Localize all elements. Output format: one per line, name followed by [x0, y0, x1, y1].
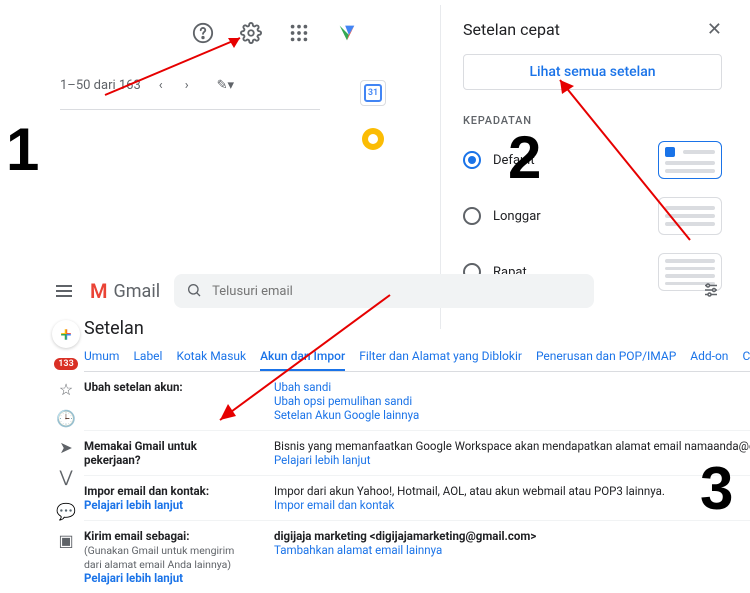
top-icon-row: [60, 20, 400, 46]
tab-labels[interactable]: Label: [133, 345, 162, 371]
starred-icon[interactable]: ☆: [59, 380, 73, 399]
row-label: Ubah setelan akun:: [84, 380, 254, 422]
workspace-logo-icon[interactable]: [334, 20, 360, 46]
see-all-settings-button[interactable]: Lihat semua setelan: [463, 54, 722, 90]
row-send-as: Kirim email sebagai:(Gunakan Gmail untuk…: [84, 521, 750, 593]
density-thumb-comfortable[interactable]: [658, 197, 722, 235]
snoozed-icon[interactable]: 🕒: [56, 409, 76, 428]
quick-settings-title: Setelan cepat: [463, 20, 560, 39]
learn-more-link[interactable]: Pelajari lebih lanjut: [274, 453, 370, 467]
density-section-label: KEPADATAN: [463, 114, 722, 127]
sent-icon[interactable]: ➤: [59, 438, 72, 457]
density-label: Longgar: [493, 209, 541, 224]
close-icon[interactable]: ✕: [707, 19, 722, 40]
row-label: Memakai Gmail untuk pekerjaan?: [84, 439, 254, 467]
pagination-text: 1–50 dari 163: [60, 78, 141, 93]
row-text: Bisnis yang memanfaatkan Google Workspac…: [274, 439, 750, 453]
pagination-bar: 1–50 dari 163 ‹ › ✎▾: [60, 74, 400, 97]
tab-inbox[interactable]: Kotak Masuk: [176, 345, 246, 371]
nav-rail: + 133 ☆ 🕒 ➤ ⋁ 💬 ▣: [52, 316, 80, 593]
more-icon[interactable]: ⋁: [59, 467, 72, 486]
learn-more-link[interactable]: Pelajari lebih lanjut: [84, 498, 183, 512]
density-thumb-default[interactable]: [658, 141, 722, 179]
row-sublabel: (Gunakan Gmail untuk mengirim dari alama…: [84, 544, 234, 571]
add-address-link[interactable]: Tambahkan alamat email lainnya: [274, 543, 442, 557]
row-label: Impor email dan kontak:: [84, 484, 209, 498]
gear-icon[interactable]: [238, 20, 264, 46]
help-icon[interactable]: [190, 20, 216, 46]
chat-icon[interactable]: 💬: [56, 502, 76, 521]
side-panel-icons: 31: [360, 80, 386, 150]
row-text: Impor dari akun Yahoo!, Hotmail, AOL, at…: [274, 484, 665, 498]
meet-icon[interactable]: ▣: [58, 531, 73, 550]
tab-addons[interactable]: Add-on: [690, 345, 728, 371]
keep-icon[interactable]: [362, 128, 384, 150]
radio-icon[interactable]: [463, 207, 481, 225]
step-number-2: 2: [508, 123, 541, 192]
row-label: Kirim email sebagai:: [84, 529, 189, 543]
apps-grid-icon[interactable]: [286, 20, 312, 46]
tab-forwarding[interactable]: Penerusan dan POP/IMAP: [536, 345, 676, 371]
calendar-icon[interactable]: 31: [360, 80, 386, 106]
link-other-google[interactable]: Setelan Akun Google lainnya: [274, 408, 419, 422]
gmail-logo[interactable]: M Gmail: [90, 279, 160, 303]
full-settings-panel: M Gmail + 133 ☆ 🕒 ➤ ⋁ 💬 ▣ Setelan Umum: [52, 272, 740, 500]
prev-page-button[interactable]: ‹: [155, 74, 167, 97]
radio-selected-icon[interactable]: [463, 151, 481, 169]
send-as-address: digijaja marketing <digijajamarketing@gm…: [274, 529, 536, 543]
density-option-default[interactable]: Default: [463, 141, 722, 179]
import-link[interactable]: Impor email dan kontak: [274, 498, 394, 512]
tab-general[interactable]: Umum: [84, 345, 119, 371]
row-change-account: Ubah setelan akun: Ubah sandi Ubah opsi …: [84, 372, 750, 431]
learn-more-link[interactable]: Pelajari lebih lanjut: [84, 571, 183, 585]
compose-button[interactable]: +: [52, 320, 80, 348]
next-page-button[interactable]: ›: [181, 74, 193, 97]
menu-icon[interactable]: [52, 281, 76, 301]
step-number-3: 3: [700, 454, 733, 523]
search-icon: [186, 282, 202, 301]
divider: [60, 109, 320, 110]
link-recovery-options[interactable]: Ubah opsi pemulihan sandi: [274, 394, 412, 408]
search-options-icon[interactable]: [702, 281, 720, 302]
settings-tabs: Umum Label Kotak Masuk Akun dan Impor Fi…: [84, 345, 750, 372]
tab-filters[interactable]: Filter dan Alamat yang Diblokir: [359, 345, 522, 371]
row-work-gmail: Memakai Gmail untuk pekerjaan? Bisnis ya…: [84, 431, 750, 476]
step-number-1: 1: [6, 115, 39, 184]
tab-chat[interactable]: Chat dan Meet: [742, 345, 750, 371]
row-import-contacts: Impor email dan kontak:Pelajari lebih la…: [84, 476, 750, 521]
link-change-password[interactable]: Ubah sandi: [274, 380, 331, 394]
gmail-brand-text: Gmail: [114, 281, 161, 302]
inbox-count-badge: 133: [54, 358, 77, 370]
input-tools-button[interactable]: ✎▾: [213, 74, 238, 97]
search-bar[interactable]: [174, 274, 594, 308]
search-input[interactable]: [212, 284, 582, 299]
settings-title: Setelan: [84, 318, 750, 339]
density-option-comfortable[interactable]: Longgar: [463, 197, 722, 235]
toolbar-panel: 1–50 dari 163 ‹ › ✎▾: [60, 20, 400, 110]
tab-accounts-import[interactable]: Akun dan Impor: [260, 345, 345, 371]
